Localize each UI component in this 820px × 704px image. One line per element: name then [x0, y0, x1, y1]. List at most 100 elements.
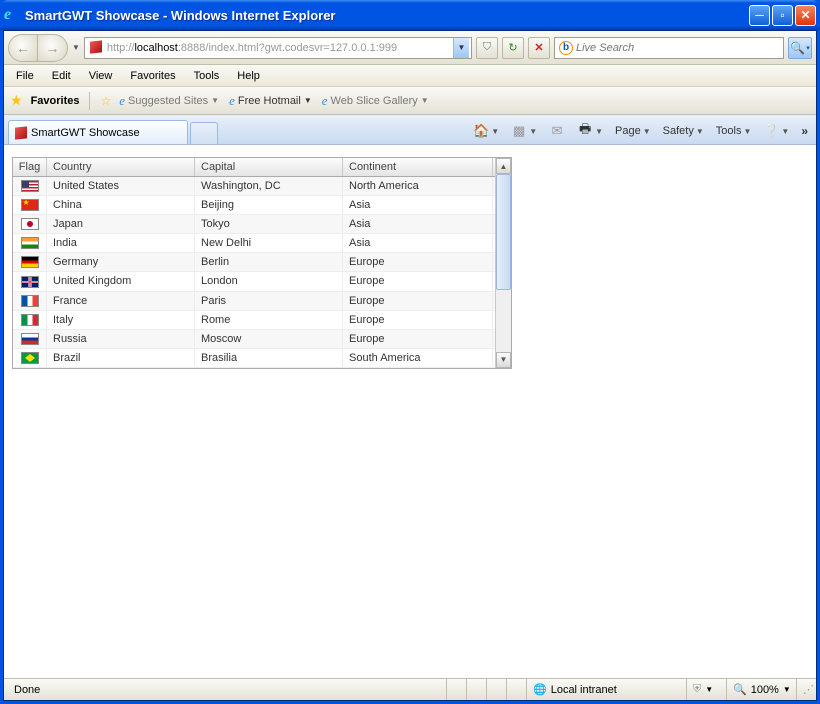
- tools-menu[interactable]: Tools▼: [712, 123, 756, 139]
- col-header-country[interactable]: Country: [47, 158, 195, 176]
- table-row[interactable]: GermanyBerlinEurope: [13, 253, 495, 272]
- feeds-button[interactable]: ▩▼: [507, 121, 541, 141]
- tab-title: SmartGWT Showcase: [31, 127, 140, 139]
- table-row[interactable]: BrazilBrasiliaSouth America: [13, 349, 495, 368]
- cell-country: India: [47, 234, 195, 252]
- grid-header: Flag Country Capital Continent: [13, 158, 495, 177]
- address-bar[interactable]: http://localhost:8888/index.html?gwt.cod…: [84, 37, 472, 59]
- window-title: SmartGWT Showcase - Windows Internet Exp…: [25, 8, 749, 23]
- flag-icon: [21, 333, 39, 345]
- table-row[interactable]: United StatesWashington, DCNorth America: [13, 177, 495, 196]
- safety-menu[interactable]: Safety▼: [659, 123, 708, 139]
- flag-icon: [21, 295, 39, 307]
- cell-flag: [13, 253, 47, 271]
- flag-icon: [21, 314, 39, 326]
- cell-flag: [13, 272, 47, 290]
- new-tab-button[interactable]: [190, 122, 218, 144]
- status-pane-2: [466, 679, 486, 700]
- flag-icon: [21, 180, 39, 192]
- favorite-link[interactable]: e Suggested Sites ▼: [119, 93, 219, 109]
- menu-help[interactable]: Help: [229, 68, 268, 84]
- cell-continent: Asia: [343, 196, 493, 214]
- menu-file[interactable]: File: [8, 68, 42, 84]
- forward-button[interactable]: →: [38, 34, 68, 62]
- security-zone[interactable]: 🌐 Local intranet: [526, 679, 686, 700]
- cell-flag: [13, 234, 47, 252]
- url-input[interactable]: http://localhost:8888/index.html?gwt.cod…: [107, 42, 453, 54]
- favorite-link[interactable]: e Web Slice Gallery ▼: [322, 93, 429, 109]
- search-button[interactable]: 🔍▾: [788, 37, 812, 59]
- flag-icon: [21, 199, 39, 211]
- command-bar: 🏠▼ ▩▼ ✉ 🖶▼ Page▼ Safety▼ Tools▼ ❔▼ »: [469, 121, 812, 144]
- cell-capital: Paris: [195, 292, 343, 310]
- home-icon: 🏠: [473, 123, 489, 139]
- tab-active[interactable]: SmartGWT Showcase: [8, 120, 188, 144]
- shield-icon: ⛨: [693, 683, 701, 696]
- print-icon: 🖶: [577, 123, 593, 139]
- menu-edit[interactable]: Edit: [44, 68, 79, 84]
- status-pane-3: [486, 679, 506, 700]
- status-text: Done: [8, 679, 446, 700]
- ie-icon: e: [322, 93, 328, 109]
- table-row[interactable]: ChinaBeijingAsia: [13, 196, 495, 215]
- cell-capital: Rome: [195, 311, 343, 329]
- menu-tools[interactable]: Tools: [186, 68, 228, 84]
- favorite-link[interactable]: e Free Hotmail ▼: [229, 93, 312, 109]
- maximize-button[interactable]: ▫: [772, 5, 793, 26]
- bing-icon: b: [559, 41, 573, 55]
- col-header-capital[interactable]: Capital: [195, 158, 343, 176]
- cell-continent: Europe: [343, 292, 493, 310]
- cell-capital: Moscow: [195, 330, 343, 348]
- cell-country: Italy: [47, 311, 195, 329]
- protected-mode[interactable]: ⛨▼: [686, 679, 726, 700]
- site-icon: [90, 41, 104, 55]
- cell-country: Germany: [47, 253, 195, 271]
- grid-scrollbar[interactable]: ▲ ▼: [495, 158, 511, 368]
- refresh-button[interactable]: ↻: [502, 37, 524, 59]
- read-mail-button[interactable]: ✉: [545, 121, 569, 141]
- col-header-continent[interactable]: Continent: [343, 158, 493, 176]
- favorites-label[interactable]: Favorites: [31, 95, 80, 107]
- search-input[interactable]: [576, 42, 779, 54]
- grid-rows: United StatesWashington, DCNorth America…: [13, 177, 495, 368]
- address-dropdown[interactable]: ▼: [453, 38, 469, 58]
- nav-history-dropdown[interactable]: ▼: [72, 43, 80, 52]
- scroll-thumb[interactable]: [496, 174, 511, 290]
- cell-continent: North America: [343, 177, 493, 195]
- cell-capital: Beijing: [195, 196, 343, 214]
- search-box[interactable]: b: [554, 37, 784, 59]
- flag-icon: [21, 256, 39, 268]
- table-row[interactable]: ItalyRomeEurope: [13, 311, 495, 330]
- page-menu[interactable]: Page▼: [611, 123, 655, 139]
- scroll-up-button[interactable]: ▲: [496, 158, 511, 174]
- ie-icon: e: [229, 93, 235, 109]
- zoom-control[interactable]: 🔍 100% ▼: [726, 679, 796, 700]
- status-pane-1: [446, 679, 466, 700]
- scroll-track[interactable]: [496, 174, 511, 352]
- table-row[interactable]: United KingdomLondonEurope: [13, 272, 495, 291]
- stop-button[interactable]: ✕: [528, 37, 550, 59]
- browser-window: e SmartGWT Showcase - Windows Internet E…: [0, 0, 820, 704]
- print-button[interactable]: 🖶▼: [573, 121, 607, 141]
- add-favorite-icon[interactable]: ☆: [100, 94, 111, 108]
- table-row[interactable]: IndiaNew DelhiAsia: [13, 234, 495, 253]
- help-button[interactable]: ❔▼: [759, 121, 793, 141]
- col-header-flag[interactable]: Flag: [13, 158, 47, 176]
- table-row[interactable]: JapanTokyoAsia: [13, 215, 495, 234]
- menu-view[interactable]: View: [81, 68, 121, 84]
- scroll-down-button[interactable]: ▼: [496, 352, 511, 368]
- home-button[interactable]: 🏠▼: [469, 121, 503, 141]
- table-row[interactable]: RussiaMoscowEurope: [13, 330, 495, 349]
- mail-icon: ✉: [549, 123, 565, 139]
- table-row[interactable]: FranceParisEurope: [13, 292, 495, 311]
- ie-icon: e: [119, 93, 125, 109]
- close-button[interactable]: ✕: [795, 5, 816, 26]
- overflow-button[interactable]: »: [797, 124, 812, 138]
- cell-country: United States: [47, 177, 195, 195]
- minimize-button[interactable]: ─: [749, 5, 770, 26]
- menu-favorites[interactable]: Favorites: [122, 68, 183, 84]
- cell-country: France: [47, 292, 195, 310]
- compat-view-button[interactable]: ⛉: [476, 37, 498, 59]
- resize-grip[interactable]: ⋰: [796, 679, 812, 700]
- back-button[interactable]: ←: [8, 34, 38, 62]
